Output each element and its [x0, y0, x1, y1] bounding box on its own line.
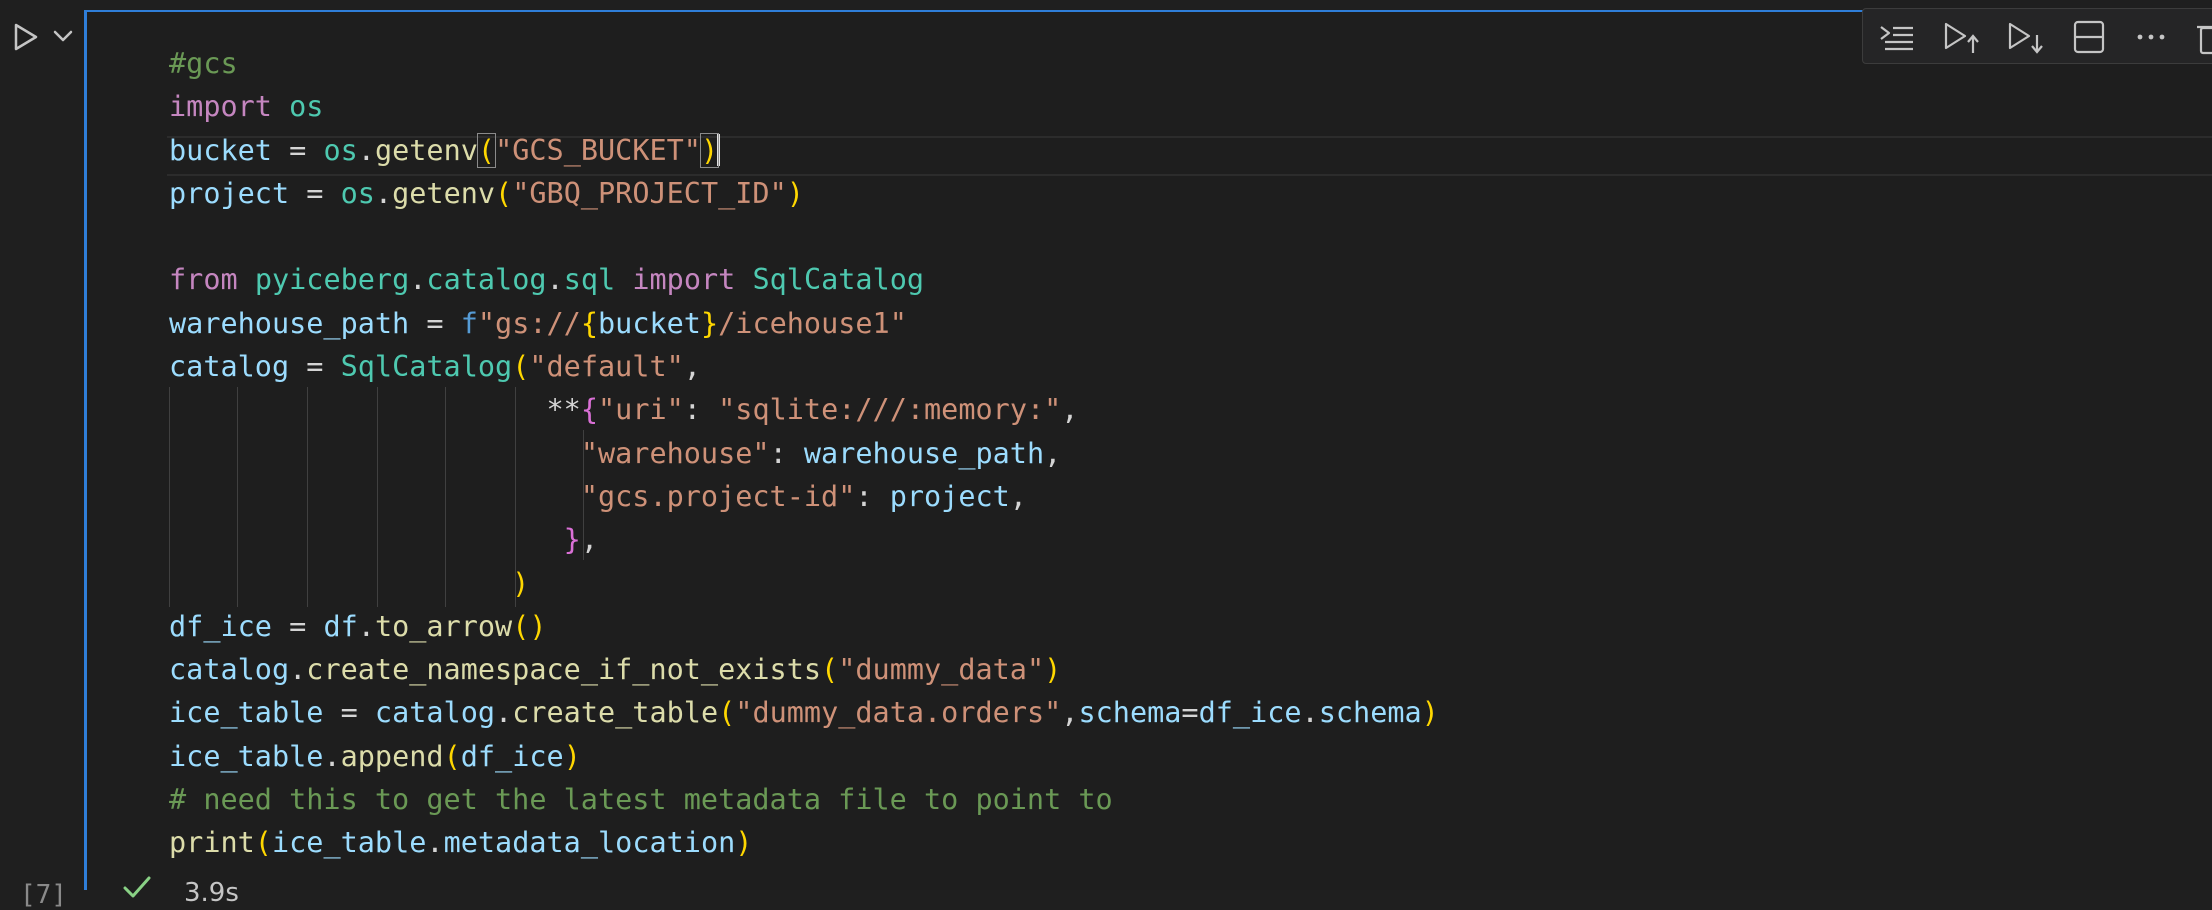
- delete-icon[interactable]: [2193, 19, 2212, 55]
- code-line: print(ice_table.metadata_location): [169, 826, 753, 860]
- code-line: warehouse_path = f"gs://{bucket}/icehous…: [169, 306, 907, 340]
- code-line: import os: [169, 90, 324, 124]
- execute-below-icon[interactable]: [2005, 19, 2045, 55]
- code-line: ): [512, 566, 530, 600]
- code-line: from pyiceberg.catalog.sql import SqlCat…: [169, 263, 925, 297]
- code-line: ice_table.append(df_ice): [169, 739, 581, 773]
- code-line: },: [563, 523, 598, 557]
- code-line: catalog = SqlCatalog("default",: [169, 350, 701, 384]
- checkmark-icon: [123, 876, 151, 898]
- code-cell[interactable]: #gcs import os bucket = os.getenv("GCS_BUC…: [84, 10, 2212, 890]
- code-line: bucket = os.getenv("GCS_BUCKET"): [169, 132, 721, 168]
- code-editor[interactable]: #gcs import os bucket = os.getenv("GCS_BUC…: [169, 42, 1439, 865]
- split-cell-icon[interactable]: [2069, 19, 2109, 55]
- cell-toolbar: [1862, 8, 2212, 64]
- code-line: project = os.getenv("GBQ_PROJECT_ID"): [169, 176, 804, 210]
- chevron-down-icon[interactable]: [52, 26, 74, 46]
- code-line: "gcs.project-id": project,: [580, 479, 1027, 513]
- execution-duration: 3.9s: [184, 878, 239, 908]
- execution-count: [7]: [20, 880, 67, 910]
- code-line: catalog.create_namespace_if_not_exists("…: [169, 653, 1062, 687]
- code-line: ice_table = catalog.create_table("dummy_…: [169, 696, 1439, 730]
- more-icon[interactable]: [2131, 19, 2171, 55]
- cell-run-gutter: [7]: [0, 0, 84, 910]
- code-line: "warehouse": warehouse_path,: [580, 436, 1062, 470]
- code-line: #gcs: [169, 47, 238, 80]
- code-line: df_ice = df.to_arrow(): [169, 609, 547, 643]
- run-by-line-icon[interactable]: [1877, 19, 1917, 55]
- text-caret: [717, 133, 721, 166]
- code-line: **{"uri": "sqlite:///:memory:",: [546, 393, 1079, 427]
- execute-above-icon[interactable]: [1941, 19, 1981, 55]
- play-icon[interactable]: [12, 22, 40, 52]
- code-line: # need this to get the latest metadata f…: [169, 783, 1113, 817]
